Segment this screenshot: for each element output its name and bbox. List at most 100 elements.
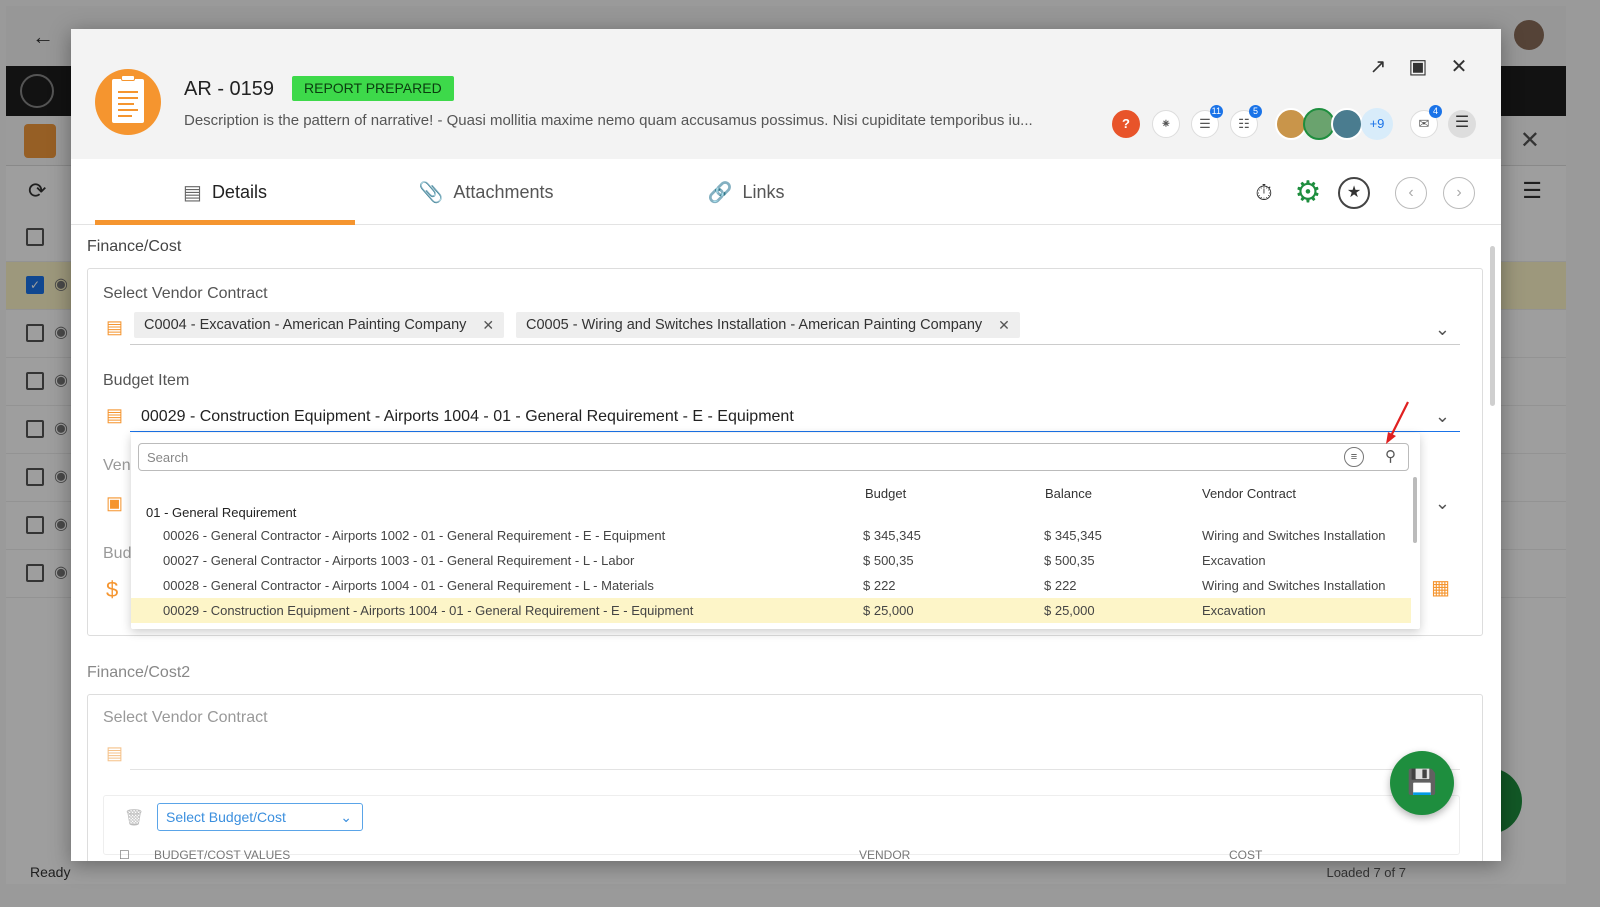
open-external-icon[interactable]: ↗ [1366,55,1390,79]
item-budget: $ 25,000 [863,603,914,618]
item-balance: $ 222 [1044,578,1077,593]
vendor-contract-label: Select Vendor Contract [103,285,268,302]
col-budget: Budget [865,486,907,501]
content-scrollbar[interactable] [1490,246,1495,406]
remove-chip-icon[interactable]: ✕ [482,312,494,338]
item-name: 00026 - General Contractor - Airports 10… [163,528,666,543]
details-icon: ▤ [183,181,202,204]
record-modal: AR - 0159 REPORT PREPARED Description is… [71,29,1501,861]
annotation-arrow-icon [1386,401,1409,444]
col-cost: COST [1229,848,1263,861]
contract-icon: ▤ [106,317,124,337]
help-icon[interactable]: ? [1112,110,1140,138]
tasks-icon[interactable]: ☷ 5 [1230,105,1262,138]
tab-details[interactable]: ▤ Details [95,159,355,225]
list-item-selected[interactable]: 00029 - Construction Equipment - Airport… [131,598,1411,623]
filter-icon[interactable]: ≡ [1344,447,1364,467]
fullscreen-icon[interactable]: ▣ [1406,55,1430,79]
list-item[interactable]: 00026 - General Contractor - Airports 10… [131,523,1411,548]
status-badge: REPORT PREPARED [292,76,454,101]
calculator-icon[interactable]: ▦ [1431,575,1450,600]
select-budget-label: Select Budget/Cost [166,809,286,825]
timer-icon[interactable]: ⏱ [1248,177,1280,209]
item-balance: $ 25,000 [1044,603,1095,618]
remove-chip-icon[interactable]: ✕ [998,312,1010,338]
workflow-icon[interactable]: ⁕ [1152,110,1180,138]
col-vendor-contract: Vendor Contract [1202,486,1296,501]
vendor-chip[interactable]: C0004 - Excavation - American Painting C… [134,312,505,338]
favorite-star-icon[interactable]: ★ [1338,177,1370,209]
select-all-checkbox[interactable]: ☐ [119,848,130,861]
chip-label: C0005 - Wiring and Switches Installation… [526,317,983,333]
budget-field-underline [130,431,1460,432]
more-users-badge[interactable]: +9 [1361,108,1393,140]
modal-header: AR - 0159 REPORT PREPARED Description is… [71,29,1501,159]
save-button[interactable]: 💾 [1390,751,1454,815]
store-icon: ▣ [106,493,124,513]
item-balance: $ 345,345 [1044,528,1102,543]
vendor-field-underline [130,769,1460,770]
item-name: 00027 - General Contractor - Airports 10… [163,553,635,568]
record-description: Description is the pattern of narrative!… [184,112,1033,129]
more-menu-icon[interactable]: ☰ [1448,110,1476,138]
dropdown-search-box: Search ≡ ⚲ [138,443,1409,471]
link-icon: 🔗 [707,181,733,204]
dollar-icon: $ [106,577,119,602]
notes-icon[interactable]: ☰ 11 [1191,105,1223,138]
item-budget: $ 500,35 [863,553,914,568]
finance2-section: Select Vendor Contract ▤ 🗑 Select Budget… [87,694,1483,861]
notes-count-badge: 11 [1209,105,1223,118]
accident-report-icon [95,69,161,135]
vendor-chip[interactable]: C0005 - Wiring and Switches Installation… [516,312,1020,338]
contract-icon: ▤ [106,743,124,763]
budget-label: Bud [103,545,132,562]
chip-label: C0004 - Excavation - American Painting C… [144,317,467,333]
budget-doc-icon: ▤ [106,405,124,425]
item-budget: $ 222 [863,578,896,593]
avatar[interactable] [1331,108,1363,140]
comments-count-badge: 4 [1429,105,1442,118]
previous-record-icon[interactable]: ‹ [1395,177,1427,209]
budget-item-label: Budget Item [103,372,190,389]
dropdown-scrollbar[interactable] [1413,477,1417,543]
list-item[interactable]: 00027 - General Contractor - Airports 10… [131,548,1411,573]
close-icon[interactable]: ✕ [1447,55,1471,79]
chevron-down-icon[interactable]: ⌄ [1435,493,1450,514]
budget-cost-table: 🗑 Select Budget/Cost ⌄ ☐ BUDGET/COST VALU… [103,795,1460,861]
tab-attachments[interactable]: 📎 Attachments [401,159,571,225]
select-budget-cost-dropdown[interactable]: Select Budget/Cost ⌄ [157,803,363,831]
vendor-field-underline [130,344,1460,345]
section-title-finance: Finance/Cost [87,238,182,255]
budget-item-dropdown: Search ≡ ⚲ Budget Balance Vendor Contrac… [131,433,1420,629]
next-record-icon[interactable]: › [1443,177,1475,209]
tasks-count-badge: 5 [1249,105,1262,118]
col-balance: Balance [1045,486,1092,501]
search-icon[interactable]: ⚲ [1385,447,1396,465]
comments-icon[interactable]: ✉ 4 [1410,105,1442,138]
search-input[interactable]: Search [147,450,188,465]
list-item[interactable]: 00028 - General Contractor - Airports 10… [131,573,1411,598]
tab-label: Details [211,181,267,202]
paperclip-icon: 📎 [418,181,444,204]
item-budget: $ 345,345 [863,528,921,543]
active-tab-indicator [95,220,355,225]
item-vendor: Excavation [1202,603,1266,618]
record-id: AR - 0159 [184,78,275,100]
chevron-down-icon[interactable]: ⌄ [1435,406,1450,427]
tab-label: Links [742,181,785,202]
item-name: 00029 - Construction Equipment - Airport… [163,603,694,618]
chevron-down-icon[interactable]: ⌄ [1435,319,1450,340]
tab-links[interactable]: 🔗 Links [681,159,811,225]
col-vendor: VENDOR [859,848,911,861]
vendor-contract-label: Select Vendor Contract [103,709,268,726]
item-name: 00028 - General Contractor - Airports 10… [163,578,654,593]
settings-gear-icon[interactable]: ⚙ [1292,177,1324,209]
tabs-bar: ▤ Details 📎 Attachments 🔗 Links [71,159,1501,225]
vendor-label: Ven [103,457,131,474]
trash-icon[interactable]: 🗑 [124,808,144,828]
tab-label: Attachments [453,181,554,202]
item-balance: $ 500,35 [1044,553,1095,568]
item-vendor: Wiring and Switches Installation [1202,528,1386,543]
section-title-finance2: Finance/Cost2 [87,664,191,681]
budget-item-input[interactable]: 00029 - Construction Equipment - Airport… [141,408,794,426]
